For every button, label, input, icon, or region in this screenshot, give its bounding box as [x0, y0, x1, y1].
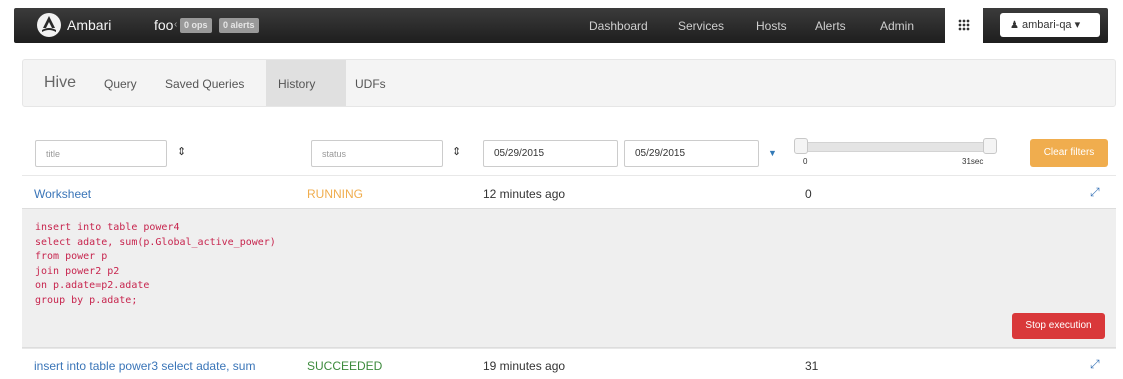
nav-services[interactable]: Services — [678, 19, 724, 33]
row-title-link[interactable]: Worksheet — [34, 187, 91, 201]
user-icon: ♟ — [1010, 20, 1019, 31]
status-badge: RUNNING — [307, 187, 363, 201]
table-row[interactable]: insert into table power3 select adate, s… — [22, 348, 1116, 379]
clear-filters-button[interactable]: Clear filters — [1030, 139, 1108, 167]
row-time: 19 minutes ago — [483, 359, 566, 373]
hive-title[interactable]: Hive — [44, 74, 76, 92]
duration-slider-max-handle[interactable] — [983, 138, 997, 154]
stop-execution-button[interactable]: Stop execution — [1012, 313, 1105, 339]
duration-max-label: 31sec — [962, 157, 984, 166]
tab-history[interactable]: History — [278, 77, 315, 91]
ambari-logo-icon[interactable] — [37, 13, 61, 37]
title-filter-input[interactable]: title — [35, 140, 167, 167]
query-text: insert into table power4 select adate, s… — [35, 222, 276, 306]
grid-icon — [958, 19, 970, 31]
cluster-name[interactable]: foo — [154, 17, 173, 33]
nav-admin[interactable]: Admin — [880, 19, 914, 33]
alerts-badge[interactable]: 0 alerts — [219, 18, 259, 33]
sort-title-icon[interactable]: ⇕ — [177, 146, 186, 158]
duration-slider-min-handle[interactable] — [794, 138, 808, 154]
sort-status-icon[interactable]: ⇕ — [452, 146, 461, 158]
status-filter-input[interactable]: status — [311, 140, 443, 167]
row-title-link[interactable]: insert into table power3 select adate, s… — [34, 359, 255, 373]
tab-query[interactable]: Query — [104, 77, 137, 91]
duration-slider-track[interactable] — [797, 142, 991, 152]
row-duration: 31 — [805, 359, 819, 373]
nav-alerts[interactable]: Alerts — [815, 19, 846, 33]
hive-nav: Hive Query Saved Queries History UDFs — [22, 59, 1116, 107]
chevron-down-icon: ▾ — [1074, 19, 1081, 31]
nav-dashboard[interactable]: Dashboard — [589, 19, 648, 33]
status-badge: SUCCEEDED — [307, 359, 383, 373]
views-grid-button[interactable] — [945, 8, 983, 43]
table-row[interactable]: Worksheet RUNNING 12 minutes ago 0 ⤢ — [22, 175, 1116, 208]
row-duration: 0 — [805, 187, 812, 201]
date-from-input[interactable]: 05/29/2015 — [483, 140, 618, 167]
ops-badge[interactable]: 0 ops — [180, 18, 212, 33]
query-details-panel: insert into table power4 select adate, s… — [22, 208, 1116, 348]
brand-name[interactable]: Ambari — [67, 17, 111, 33]
date-to-input[interactable]: 05/29/2015 — [624, 140, 759, 167]
expand-icon[interactable]: ⤢ — [1090, 357, 1100, 372]
user-menu-button[interactable]: ♟ ambari-qa ▾ — [1000, 13, 1100, 37]
top-navbar: Ambari foo ‹ 0 ops 0 alerts Dashboard Se… — [14, 8, 1108, 43]
tab-udfs[interactable]: UDFs — [355, 77, 386, 91]
duration-min-label: 0 — [803, 157, 808, 166]
date-caret-icon[interactable]: ▼ — [768, 148, 777, 158]
row-time: 12 minutes ago — [483, 187, 566, 201]
expand-icon[interactable]: ⤢ — [1090, 185, 1100, 200]
chevron-left-icon: ‹ — [174, 19, 178, 30]
nav-hosts[interactable]: Hosts — [756, 19, 787, 33]
user-name: ambari-qa — [1022, 19, 1072, 31]
tab-saved-queries[interactable]: Saved Queries — [165, 77, 244, 91]
